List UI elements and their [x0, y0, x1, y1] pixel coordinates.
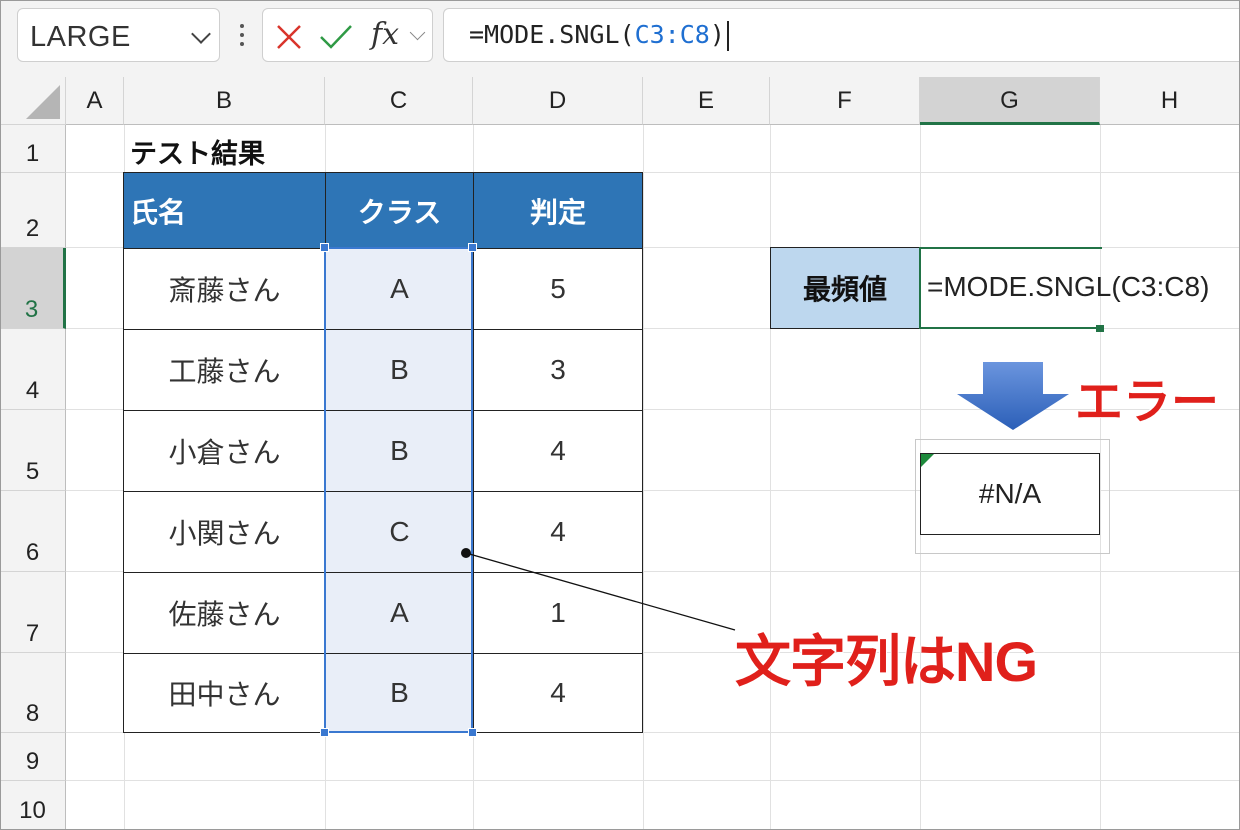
window-border	[0, 0, 1240, 830]
